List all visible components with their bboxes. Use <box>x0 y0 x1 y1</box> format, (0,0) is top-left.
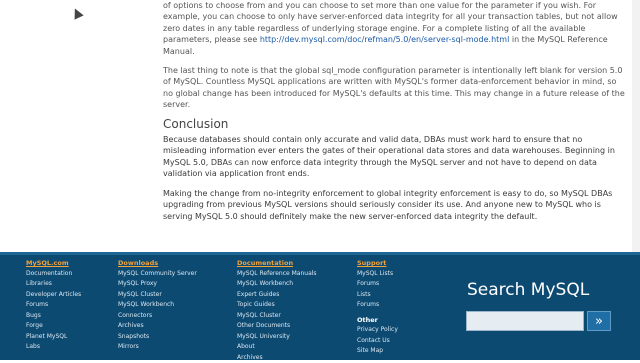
footer-link[interactable]: Labs <box>26 342 81 353</box>
left-sidebar <box>0 0 155 252</box>
site-footer: MySQL.com Documentation Libraries Develo… <box>0 252 640 360</box>
search-input[interactable] <box>466 311 584 331</box>
footer-heading[interactable]: Documentation <box>237 258 317 269</box>
sql-mode-doc-link[interactable]: http://dev.mysql.com/doc/refman/5.0/en/s… <box>260 35 509 44</box>
footer-link[interactable]: Forums <box>357 300 398 311</box>
footer-link[interactable]: MySQL Proxy <box>118 279 197 290</box>
footer-link[interactable]: MySQL Workbench <box>237 279 317 290</box>
article-content: of options to choose from and you can ch… <box>163 0 627 252</box>
footer-column-downloads: Downloads MySQL Community Server MySQL P… <box>118 258 197 353</box>
footer-link[interactable]: MySQL Lists <box>357 269 398 280</box>
footer-link[interactable]: Snapshots <box>118 332 197 343</box>
conclusion-heading: Conclusion <box>163 119 627 130</box>
search-title: Search MySQL <box>467 280 589 300</box>
footer-link[interactable]: Bugs <box>26 311 81 322</box>
footer-link[interactable]: Site Map <box>357 346 398 357</box>
footer-link[interactable]: Libraries <box>26 279 81 290</box>
footer-link[interactable]: Topic Guides <box>237 300 317 311</box>
footer-link[interactable]: Forge <box>26 321 81 332</box>
footer-link[interactable]: Archives <box>118 321 197 332</box>
footer-link[interactable]: Forums <box>26 300 81 311</box>
footer-link[interactable]: Contact Us <box>357 336 398 347</box>
footer-link[interactable]: Mirrors <box>118 342 197 353</box>
footer-link[interactable]: Lists <box>357 290 398 301</box>
footer-column-support: Support MySQL Lists Forums Lists Forums … <box>357 258 398 357</box>
double-chevron-right-icon: » <box>595 314 603 329</box>
footer-link[interactable]: Planet MySQL <box>26 332 81 343</box>
search-button[interactable]: » <box>587 311 611 331</box>
footer-link[interactable]: Expert Guides <box>237 290 317 301</box>
footer-link[interactable]: Connectors <box>118 311 197 322</box>
footer-link[interactable]: Forums <box>357 279 398 290</box>
page-scrollbar[interactable] <box>632 0 640 252</box>
footer-link[interactable]: MySQL Workbench <box>118 300 197 311</box>
footer-subheading: Other <box>357 315 398 326</box>
paragraph-global-sql-mode: The last thing to note is that the globa… <box>163 65 627 111</box>
paragraph-upgrade-advice: Making the change from no-integrity enfo… <box>163 188 627 222</box>
footer-divider <box>0 252 640 255</box>
footer-link[interactable]: MySQL Community Server <box>118 269 197 280</box>
footer-link[interactable]: MySQL University <box>237 332 317 343</box>
footer-column-documentation: Documentation MySQL Reference Manuals My… <box>237 258 317 363</box>
footer-link[interactable]: Archives <box>237 353 317 363</box>
footer-link[interactable]: MySQL Reference Manuals <box>237 269 317 280</box>
footer-heading[interactable]: Downloads <box>118 258 197 269</box>
footer-link[interactable]: MySQL Cluster <box>118 290 197 301</box>
footer-column-mysql: MySQL.com Documentation Libraries Develo… <box>26 258 81 353</box>
footer-link[interactable]: About <box>237 342 317 353</box>
paragraph-conclusion: Because databases should contain only ac… <box>163 134 627 180</box>
footer-link[interactable]: Privacy Policy <box>357 325 398 336</box>
footer-link[interactable]: Documentation <box>26 269 81 280</box>
footer-link[interactable]: Other Documents <box>237 321 317 332</box>
footer-link[interactable]: Developer Articles <box>26 290 81 301</box>
footer-heading[interactable]: MySQL.com <box>26 258 81 269</box>
footer-heading[interactable]: Support <box>357 258 398 269</box>
footer-link[interactable]: MySQL Cluster <box>237 311 317 322</box>
paragraph-sql-mode-options: of options to choose from and you can ch… <box>163 0 627 57</box>
